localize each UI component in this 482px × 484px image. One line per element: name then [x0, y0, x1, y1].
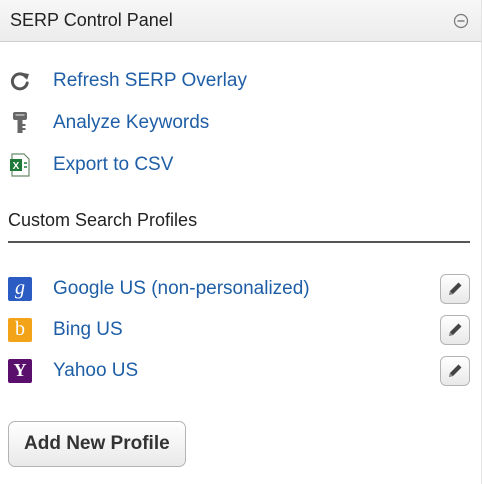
google-icon: g	[8, 276, 32, 301]
pencil-icon	[449, 323, 462, 336]
serp-control-panel: SERP Control Panel Refresh SERP Overlay	[0, 0, 482, 484]
profile-link-google[interactable]: Google US (non-personalized)	[53, 278, 440, 300]
actions-list: Refresh SERP Overlay Analyze Keywords X	[0, 42, 481, 186]
bing-icon: b	[8, 317, 32, 342]
add-new-profile-button[interactable]: Add New Profile	[8, 421, 186, 467]
minus-circle-icon	[453, 13, 469, 28]
collapse-button[interactable]	[451, 11, 471, 31]
pencil-icon	[449, 364, 462, 377]
excel-file-icon: X	[8, 153, 32, 177]
profile-row-yahoo: Y Yahoo US	[8, 350, 470, 391]
edit-profile-button-yahoo[interactable]	[440, 355, 470, 386]
edit-profile-button-google[interactable]	[440, 273, 470, 304]
key-icon	[8, 111, 32, 135]
svg-text:X: X	[13, 161, 20, 172]
profile-row-bing: b Bing US	[8, 309, 470, 350]
pencil-icon	[449, 282, 462, 295]
refresh-serp-overlay-action[interactable]: Refresh SERP Overlay	[8, 60, 481, 102]
analyze-keywords-link[interactable]: Analyze Keywords	[53, 112, 209, 134]
refresh-icon	[8, 69, 32, 93]
panel-header: SERP Control Panel	[0, 0, 481, 42]
yahoo-icon: Y	[8, 358, 32, 383]
profile-link-bing[interactable]: Bing US	[53, 319, 440, 341]
profile-row-google: g Google US (non-personalized)	[8, 268, 470, 309]
refresh-serp-overlay-link[interactable]: Refresh SERP Overlay	[53, 70, 247, 92]
profile-link-yahoo[interactable]: Yahoo US	[53, 360, 440, 382]
analyze-keywords-action[interactable]: Analyze Keywords	[8, 102, 481, 144]
edit-profile-button-bing[interactable]	[440, 314, 470, 345]
profiles-list: g Google US (non-personalized) b Bing US…	[0, 243, 481, 391]
profiles-section-title: Custom Search Profiles	[8, 210, 198, 230]
export-csv-link[interactable]: Export to CSV	[53, 154, 173, 176]
export-csv-action[interactable]: X Export to CSV	[8, 144, 481, 186]
panel-title: SERP Control Panel	[10, 10, 173, 30]
